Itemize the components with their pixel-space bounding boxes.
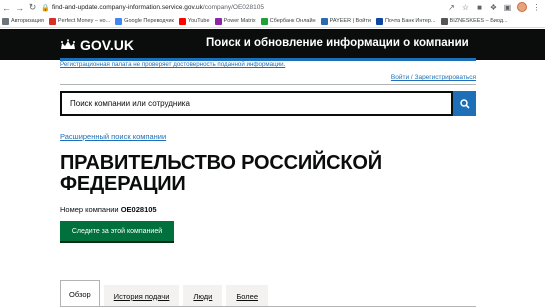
bookmark-favicon-icon (48, 17, 56, 25)
govuk-header: GOV.UK Поиск и обновление информации о к… (0, 29, 545, 60)
govuk-logo[interactable]: GOV.UK (60, 37, 134, 53)
bookmark-label: YouTube (187, 18, 210, 24)
address-bar[interactable]: 🔒 find-and-update.company-information.se… (41, 1, 477, 14)
bookmark-item[interactable]: PAYEER | Войти (320, 17, 371, 25)
tab-list: Обзор История подачи Люди Более (60, 280, 272, 307)
crown-icon (61, 39, 75, 49)
disclaimer-link[interactable]: Регистрационная палата не проверяет дост… (60, 61, 285, 68)
extension-icon[interactable]: ■ (475, 3, 484, 12)
bookmark-favicon-icon (178, 17, 186, 25)
bookmark-favicon-icon (375, 17, 383, 25)
bookmark-item[interactable]: Power Matrix (214, 17, 256, 25)
service-name[interactable]: Поиск и обновление информации о компании (206, 37, 469, 49)
company-number-value: OE028105 (120, 205, 157, 214)
company-number-label: Номер компании (60, 205, 119, 214)
bookmark-item[interactable]: Авторизация (2, 17, 44, 25)
bookmark-item[interactable]: Сбербанк Онлайн (260, 17, 316, 25)
logo-text: GOV.UK (80, 37, 134, 53)
menu-icon[interactable]: ⋮ (532, 3, 541, 12)
bookmark-favicon-icon (320, 17, 328, 25)
lock-icon: 🔒 (41, 4, 50, 12)
login-link[interactable]: Войти / Зарегистрироваться (391, 74, 476, 81)
bookmark-item[interactable]: BIZNESKEES – Биод... (440, 17, 508, 25)
profile-avatar[interactable] (517, 2, 527, 12)
bookmark-favicon-icon (214, 17, 222, 25)
forward-icon[interactable]: → (13, 0, 26, 15)
bookmark-favicon-icon (115, 17, 123, 25)
bookmark-label: Power Matrix (223, 18, 256, 24)
divider (60, 84, 476, 85)
bookmarks-bar: Авторизация Perfect Money – но... Google П… (0, 15, 545, 28)
share-icon[interactable]: ↗ (447, 3, 456, 12)
search-button[interactable] (453, 91, 476, 116)
tab-3[interactable]: Более (226, 285, 268, 307)
reload-icon[interactable]: ↻ (26, 0, 39, 15)
bookmark-star-icon[interactable]: ☆ (461, 3, 470, 12)
advanced-search-link[interactable]: Расширенный поиск компании (60, 132, 166, 141)
sidebar-icon[interactable]: ▣ (503, 3, 512, 12)
puzzle-icon[interactable]: ❖ (489, 3, 498, 12)
bookmark-label: Авторизация (11, 18, 44, 24)
back-icon[interactable]: ← (0, 0, 13, 15)
bookmark-label: PAYEER | Войти (329, 18, 371, 24)
bookmark-item[interactable]: Google Переводчик (115, 17, 174, 25)
bookmark-favicon-icon (440, 17, 448, 25)
tab-1[interactable]: История подачи (103, 285, 180, 307)
bookmark-favicon-icon (260, 17, 268, 25)
url-host: find-and-update.company-information.serv… (52, 4, 203, 11)
bookmark-favicon-icon (2, 17, 9, 25)
search-icon (459, 98, 470, 109)
company-number: Номер компании OE028105 (60, 205, 157, 214)
url-path: /company/OE028105 (202, 4, 264, 11)
search-input[interactable]: Поиск компании или сотрудника (60, 91, 453, 116)
bookmark-label: Perfect Money – но... (57, 18, 111, 24)
tab-2[interactable]: Люди (183, 285, 223, 307)
bookmark-item[interactable]: Perfect Money – но... (48, 17, 111, 25)
follow-company-button[interactable]: Следите за этой компанией (60, 221, 174, 241)
bookmark-item[interactable]: YouTube (178, 17, 210, 25)
bookmark-item[interactable]: Почта Банк Интер... (375, 17, 436, 25)
bookmark-label: Почта Банк Интер... (384, 18, 436, 24)
tab-0[interactable]: Обзор (60, 280, 100, 307)
page-title: ПРАВИТЕЛЬСТВО РОССИЙСКОЙ ФЕДЕРАЦИИ (60, 152, 382, 195)
bookmark-label: Сбербанк Онлайн (269, 18, 316, 24)
bookmark-label: BIZNESKEES – Биод... (449, 18, 508, 24)
bookmark-label: Google Переводчик (124, 18, 174, 24)
browser-toolbar: ← → ↻ 🔒 find-and-update.company-informat… (0, 0, 545, 15)
